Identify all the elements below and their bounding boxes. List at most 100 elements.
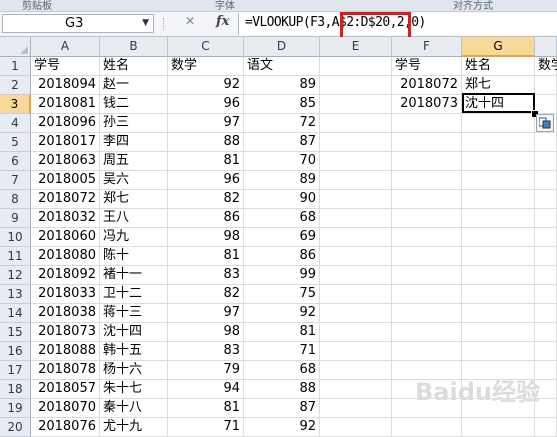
row-header-18[interactable]: 18 [0,380,31,399]
chinese-score-cell[interactable]: 71 [244,342,320,361]
lookup-name-cell[interactable]: 沈十四 [462,95,535,114]
grid-cell[interactable] [320,380,392,399]
grid-cell[interactable] [535,304,557,323]
student-id-cell[interactable]: 2018073 [31,323,100,342]
row-header-14[interactable]: 14 [0,304,31,323]
grid-cell[interactable] [535,323,557,342]
grid-cell[interactable] [320,342,392,361]
grid-cell[interactable] [462,171,535,190]
student-id-cell[interactable]: 2018072 [31,190,100,209]
grid-cell[interactable] [535,247,557,266]
table-header-cell[interactable]: 姓名 [100,57,168,76]
grid-cell[interactable] [320,76,392,95]
student-name-cell[interactable]: 杨十六 [100,361,168,380]
math-score-cell[interactable]: 83 [168,266,244,285]
student-id-cell[interactable]: 2018088 [31,342,100,361]
student-name-cell[interactable]: 吴六 [100,171,168,190]
lookup-header-id[interactable]: 学号 [392,57,462,76]
lookup-header-name[interactable]: 姓名 [462,57,535,76]
grid-cell[interactable] [392,133,462,152]
row-header-17[interactable]: 17 [0,361,31,380]
row-header-1[interactable]: 1 [0,57,31,76]
row-header-4[interactable]: 4 [0,114,31,133]
student-name-cell[interactable]: 卫十二 [100,285,168,304]
row-header-12[interactable]: 12 [0,266,31,285]
student-name-cell[interactable]: 韩十五 [100,342,168,361]
row-header-16[interactable]: 16 [0,342,31,361]
grid-cell[interactable] [535,76,557,95]
grid-cell[interactable] [535,152,557,171]
grid-cell[interactable] [320,209,392,228]
lookup-id-cell[interactable]: 2018072 [392,76,462,95]
student-name-cell[interactable]: 褚十一 [100,266,168,285]
student-name-cell[interactable]: 陈十 [100,247,168,266]
grid-cell[interactable] [462,323,535,342]
grid-cell[interactable] [462,133,535,152]
chinese-score-cell[interactable]: 69 [244,228,320,247]
chinese-score-cell[interactable]: 99 [244,266,320,285]
math-score-cell[interactable]: 81 [168,399,244,418]
student-id-cell[interactable]: 2018096 [31,114,100,133]
grid-cell[interactable] [535,190,557,209]
math-score-cell[interactable]: 98 [168,323,244,342]
student-id-cell[interactable]: 2018063 [31,152,100,171]
student-id-cell[interactable]: 2018092 [31,266,100,285]
row-header-20[interactable]: 20 [0,418,31,437]
grid-cell[interactable] [392,285,462,304]
row-header-19[interactable]: 19 [0,399,31,418]
row-header-2[interactable]: 2 [0,76,31,95]
grid-cell[interactable] [320,171,392,190]
grid-cell[interactable] [462,418,535,437]
paste-options-button[interactable] [536,114,554,132]
column-header-E[interactable]: E [320,37,392,57]
chinese-score-cell[interactable]: 86 [244,247,320,266]
grid-cell[interactable] [392,342,462,361]
student-name-cell[interactable]: 蒋十三 [100,304,168,323]
grid-cell[interactable] [462,304,535,323]
student-name-cell[interactable]: 钱二 [100,95,168,114]
row-header-11[interactable]: 11 [0,247,31,266]
column-header-G[interactable]: G [462,37,535,57]
student-id-cell[interactable]: 2018038 [31,304,100,323]
table-header-cell[interactable]: 语文 [244,57,320,76]
math-score-cell[interactable]: 86 [168,209,244,228]
grid-cell[interactable] [535,133,557,152]
student-id-cell[interactable]: 2018081 [31,95,100,114]
student-name-cell[interactable]: 沈十四 [100,323,168,342]
math-score-cell[interactable]: 97 [168,114,244,133]
grid-cell[interactable] [392,247,462,266]
student-id-cell[interactable]: 2018017 [31,133,100,152]
formula-bar-grip[interactable] [163,18,166,30]
student-id-cell[interactable]: 2018057 [31,380,100,399]
row-header-10[interactable]: 10 [0,228,31,247]
math-score-cell[interactable]: 81 [168,247,244,266]
grid-cell[interactable] [320,190,392,209]
chinese-score-cell[interactable]: 92 [244,418,320,437]
grid-cell[interactable] [462,152,535,171]
lookup-name-cell[interactable]: 郑七 [462,76,535,95]
student-name-cell[interactable]: 朱十七 [100,380,168,399]
row-header-15[interactable]: 15 [0,323,31,342]
student-id-cell[interactable]: 2018060 [31,228,100,247]
grid-cell[interactable] [462,114,535,133]
chinese-score-cell[interactable]: 87 [244,133,320,152]
grid-cell[interactable] [320,304,392,323]
chinese-score-cell[interactable]: 90 [244,190,320,209]
chinese-score-cell[interactable]: 92 [244,304,320,323]
grid-cell[interactable] [320,95,392,114]
grid-cell[interactable] [320,418,392,437]
chinese-score-cell[interactable]: 81 [244,323,320,342]
student-name-cell[interactable]: 尤十九 [100,418,168,437]
column-header-C[interactable]: C [168,37,244,57]
math-score-cell[interactable]: 82 [168,285,244,304]
student-id-cell[interactable]: 2018033 [31,285,100,304]
chinese-score-cell[interactable]: 88 [244,380,320,399]
student-name-cell[interactable]: 赵一 [100,76,168,95]
student-name-cell[interactable]: 秦十八 [100,399,168,418]
row-header-7[interactable]: 7 [0,171,31,190]
math-score-cell[interactable]: 92 [168,76,244,95]
student-name-cell[interactable]: 周五 [100,152,168,171]
row-header-5[interactable]: 5 [0,133,31,152]
student-name-cell[interactable]: 孙三 [100,114,168,133]
grid-cell[interactable] [320,285,392,304]
